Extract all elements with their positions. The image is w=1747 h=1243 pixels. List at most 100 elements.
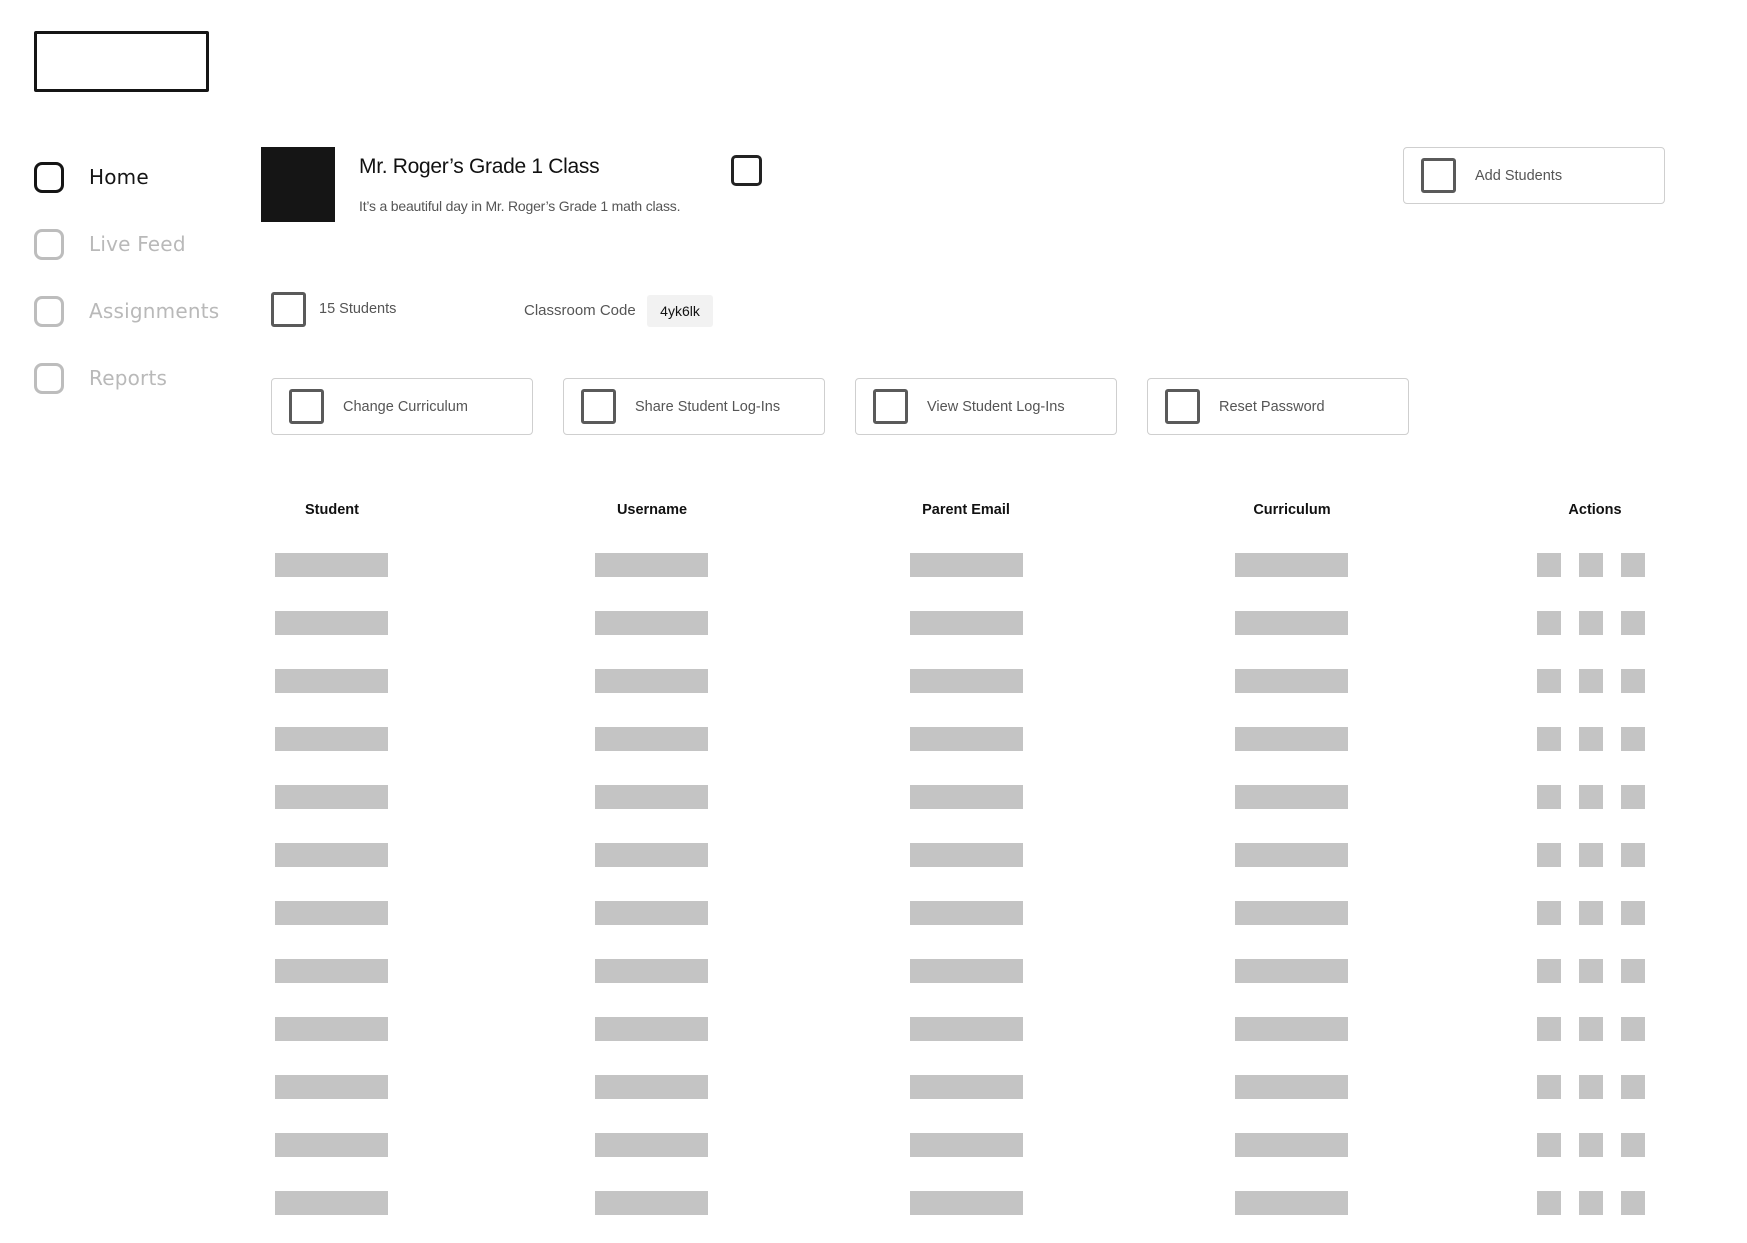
sidebar-item-assignments[interactable]: Assignments [34, 294, 224, 328]
curriculum-cell [1235, 785, 1348, 809]
student-cell [275, 1017, 388, 1041]
parent-email-cell [910, 1191, 1023, 1215]
students-count: 15 Students [319, 301, 397, 317]
parent-email-cell [910, 669, 1023, 693]
row-action-button[interactable] [1621, 727, 1645, 751]
curriculum-cell [1235, 959, 1348, 983]
row-action-button[interactable] [1579, 1133, 1603, 1157]
button-label: View Student Log-Ins [927, 398, 1065, 415]
class-description: It’s a beautiful day in Mr. Roger’s Grad… [359, 198, 681, 214]
row-action-button[interactable] [1621, 901, 1645, 925]
reset-password-button[interactable]: Reset Password [1147, 378, 1409, 435]
column-header-student[interactable]: Student [272, 502, 392, 518]
username-cell [595, 785, 708, 809]
home-icon [34, 161, 64, 193]
student-cell [275, 727, 388, 751]
row-action-button[interactable] [1621, 1017, 1645, 1041]
add-students-button[interactable]: Add Students [1403, 147, 1665, 204]
row-action-button[interactable] [1621, 843, 1645, 867]
row-action-button[interactable] [1537, 1133, 1561, 1157]
share-icon [581, 389, 616, 424]
button-label: Reset Password [1219, 398, 1325, 415]
change-curriculum-button[interactable]: Change Curriculum [271, 378, 533, 435]
classroom-code-value[interactable]: 4yk6lk [647, 295, 713, 327]
row-action-button[interactable] [1621, 669, 1645, 693]
sidebar-item-label: Assignments [89, 299, 220, 323]
row-action-button[interactable] [1537, 901, 1561, 925]
student-cell [275, 901, 388, 925]
class-avatar [261, 147, 335, 222]
row-action-button[interactable] [1579, 1191, 1603, 1215]
username-cell [595, 1017, 708, 1041]
row-action-button[interactable] [1537, 553, 1561, 577]
row-action-button[interactable] [1579, 727, 1603, 751]
row-action-button[interactable] [1579, 611, 1603, 635]
row-action-button[interactable] [1621, 553, 1645, 577]
row-action-button[interactable] [1579, 901, 1603, 925]
sidebar-item-reports[interactable]: Reports [34, 361, 224, 395]
curriculum-cell [1235, 901, 1348, 925]
student-cell [275, 553, 388, 577]
row-action-button[interactable] [1537, 669, 1561, 693]
parent-email-cell [910, 727, 1023, 751]
student-cell [275, 785, 388, 809]
student-cell [275, 669, 388, 693]
username-cell [595, 553, 708, 577]
share-student-logins-button[interactable]: Share Student Log-Ins [563, 378, 825, 435]
student-cell [275, 1133, 388, 1157]
sidebar-item-label: Home [89, 165, 149, 189]
column-header-curriculum[interactable]: Curriculum [1222, 502, 1362, 518]
row-action-button[interactable] [1579, 785, 1603, 809]
student-cell [275, 843, 388, 867]
students-icon [271, 292, 306, 327]
row-action-button[interactable] [1537, 843, 1561, 867]
curriculum-cell [1235, 1133, 1348, 1157]
username-cell [595, 901, 708, 925]
column-header-username[interactable]: Username [582, 502, 722, 518]
row-action-button[interactable] [1537, 1191, 1561, 1215]
username-cell [595, 727, 708, 751]
row-action-button[interactable] [1537, 1075, 1561, 1099]
edit-class-icon[interactable] [731, 155, 762, 186]
add-students-icon [1421, 158, 1456, 193]
parent-email-cell [910, 1017, 1023, 1041]
column-header-actions: Actions [1568, 502, 1622, 518]
row-action-button[interactable] [1537, 1017, 1561, 1041]
add-students-label: Add Students [1475, 167, 1563, 184]
curriculum-cell [1235, 553, 1348, 577]
username-cell [595, 1075, 708, 1099]
row-action-button[interactable] [1621, 1191, 1645, 1215]
row-action-button[interactable] [1537, 727, 1561, 751]
sidebar-item-label: Live Feed [89, 232, 186, 256]
curriculum-cell [1235, 669, 1348, 693]
row-action-button[interactable] [1621, 1133, 1645, 1157]
curriculum-cell [1235, 1017, 1348, 1041]
row-action-button[interactable] [1537, 959, 1561, 983]
row-action-button[interactable] [1621, 785, 1645, 809]
row-action-button[interactable] [1621, 1075, 1645, 1099]
curriculum-cell [1235, 727, 1348, 751]
row-action-button[interactable] [1579, 553, 1603, 577]
username-cell [595, 843, 708, 867]
row-action-button[interactable] [1537, 611, 1561, 635]
view-student-logins-button[interactable]: View Student Log-Ins [855, 378, 1117, 435]
parent-email-cell [910, 1075, 1023, 1099]
row-action-button[interactable] [1621, 611, 1645, 635]
curriculum-cell [1235, 843, 1348, 867]
sidebar-item-live-feed[interactable]: Live Feed [34, 227, 224, 261]
row-action-button[interactable] [1579, 1075, 1603, 1099]
button-label: Share Student Log-Ins [635, 398, 781, 415]
row-action-button[interactable] [1579, 959, 1603, 983]
username-cell [595, 959, 708, 983]
row-action-button[interactable] [1621, 959, 1645, 983]
logo-placeholder[interactable] [34, 31, 209, 92]
student-cell [275, 611, 388, 635]
row-action-button[interactable] [1537, 785, 1561, 809]
column-header-parent-email[interactable]: Parent Email [896, 502, 1036, 518]
username-cell [595, 669, 708, 693]
sidebar-item-home[interactable]: Home [34, 160, 224, 194]
row-action-button[interactable] [1579, 1017, 1603, 1041]
row-action-button[interactable] [1579, 843, 1603, 867]
reset-password-icon [1165, 389, 1200, 424]
row-action-button[interactable] [1579, 669, 1603, 693]
